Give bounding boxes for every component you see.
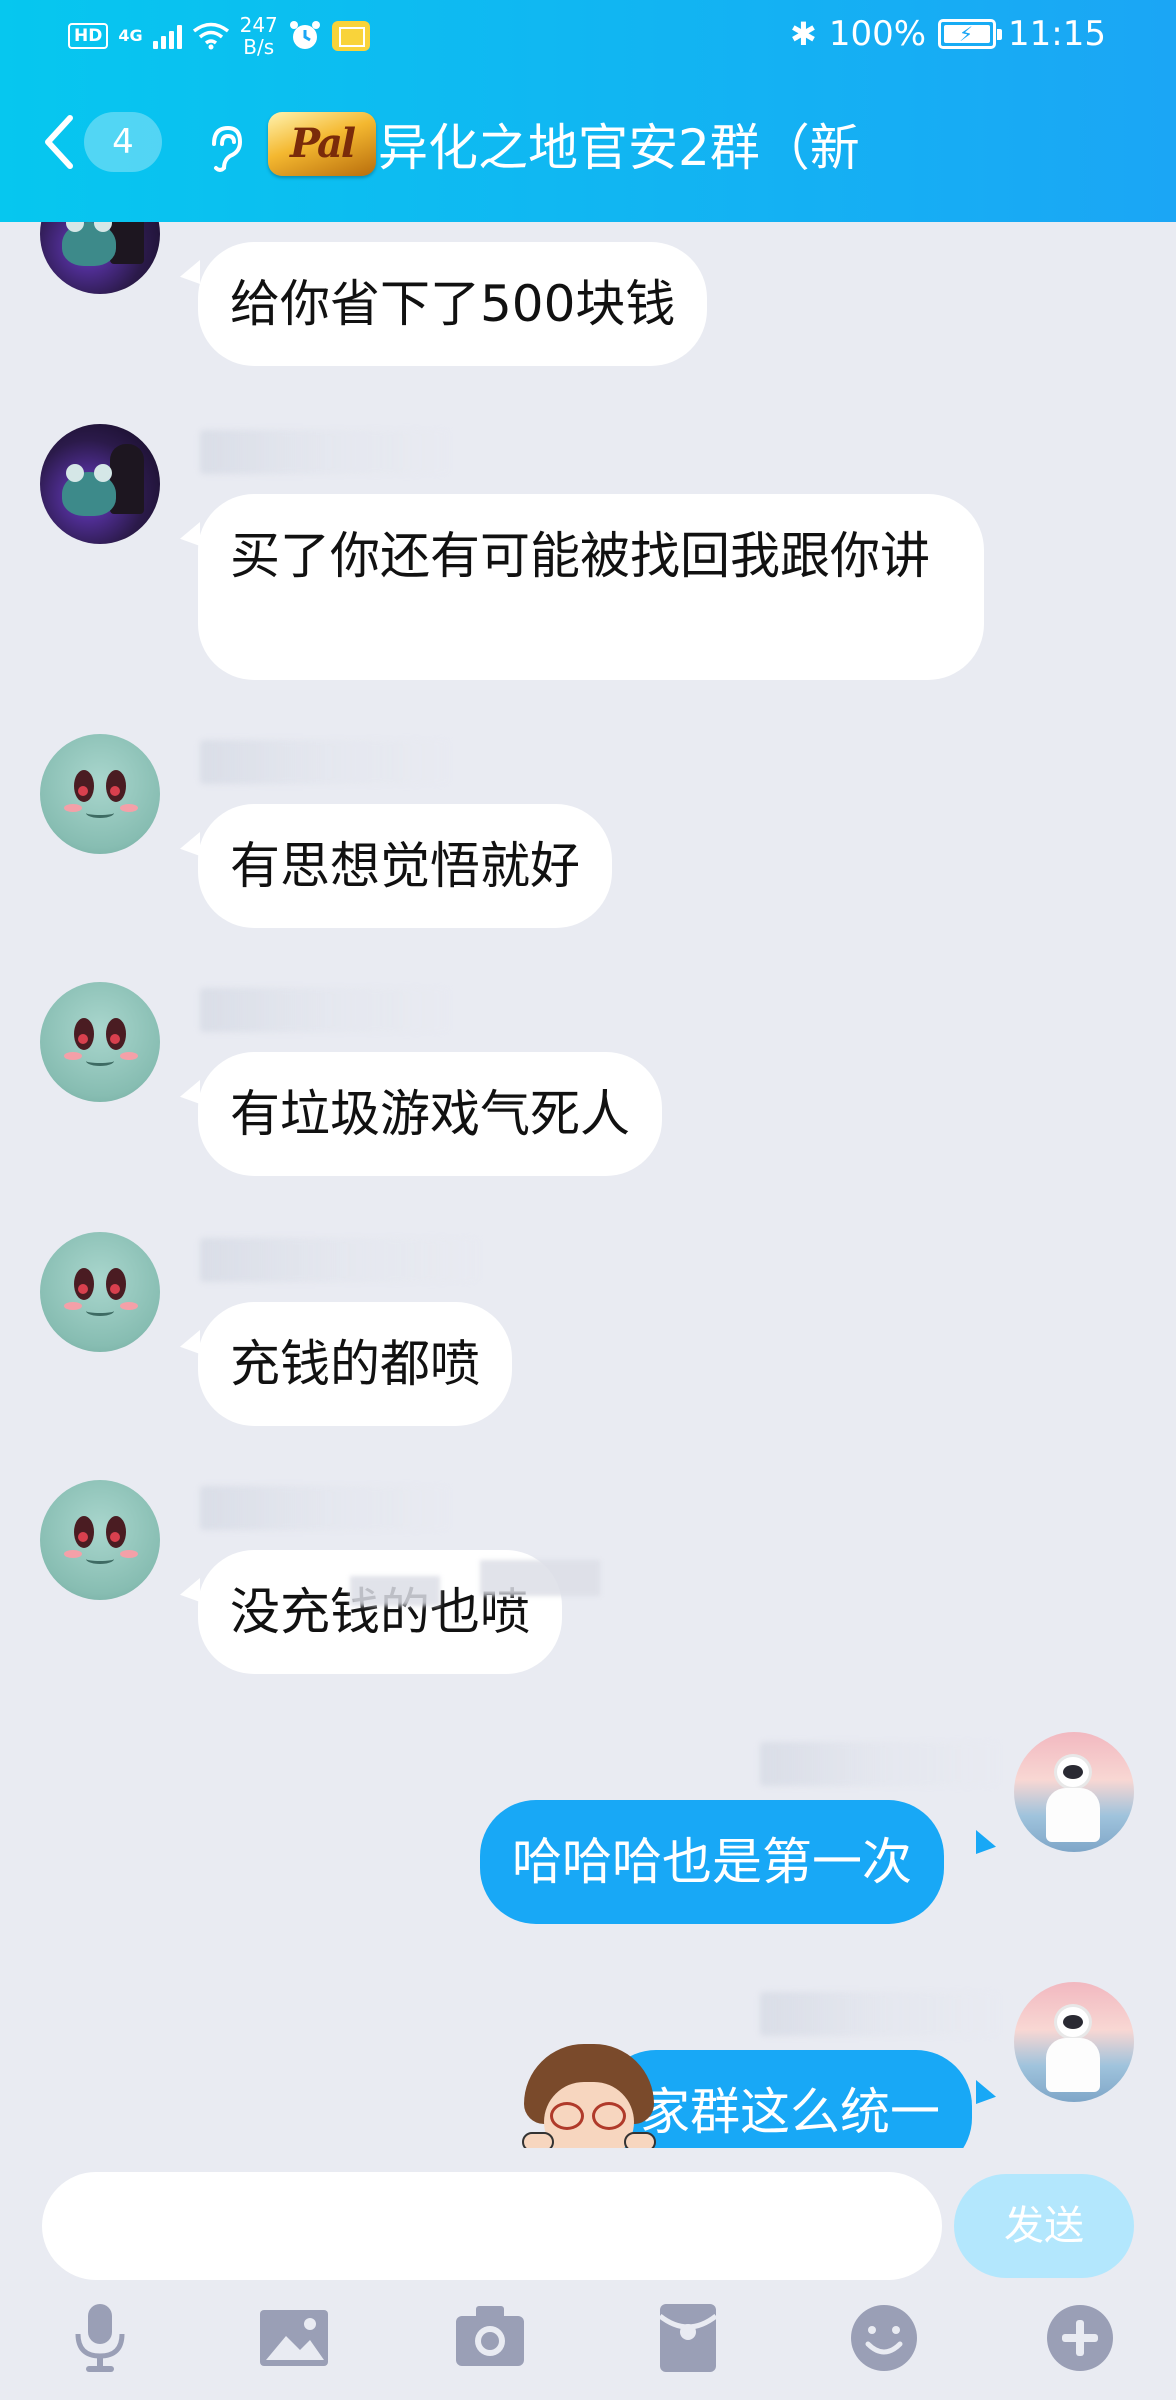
group-title-area[interactable]: Pal 异化之地官安2群（新 [268, 108, 860, 180]
clock: 11:15 [1008, 14, 1106, 54]
earpiece-mode-icon[interactable] [206, 124, 244, 178]
floating-mascot-sticker[interactable] [520, 2044, 658, 2148]
signal-icon [152, 23, 182, 49]
sender-name-redacted [200, 1486, 450, 1530]
sender-name-redacted [200, 988, 450, 1032]
bubble-tail [180, 1080, 200, 1104]
bubble-tail [180, 260, 200, 284]
speed-unit: B/s [243, 35, 275, 59]
hd-badge: HD [68, 23, 109, 49]
unread-count-badge: 4 [84, 112, 162, 172]
image-icon[interactable] [254, 2298, 334, 2378]
camera-icon[interactable] [450, 2298, 530, 2378]
message-input[interactable] [42, 2172, 942, 2280]
bubble-tail [180, 832, 200, 856]
battery-percent: 100% [828, 14, 927, 54]
nav-bar: 4 Pal 异化之地官安2群（新 [0, 90, 1176, 210]
emoji-icon[interactable] [844, 2298, 924, 2378]
group-logo: Pal [268, 112, 376, 176]
group-title: 异化之地官安2群（新 [378, 119, 860, 177]
sender-name-redacted [760, 1992, 1000, 2036]
bubble-tail [976, 2080, 996, 2104]
back-button[interactable]: 4 [40, 112, 162, 172]
squirtle-avatar[interactable] [40, 734, 160, 854]
chevron-left-icon [40, 112, 76, 172]
message-bubble[interactable]: 给你省下了500块钱 [198, 242, 708, 366]
sender-name-redacted [200, 430, 450, 474]
speed-value: 247 [239, 13, 278, 37]
header: HD 4G 247 B/s ✱ 100% ⚡ 11:15 4 Pal 异化之地官… [0, 0, 1176, 222]
network-type: 4G [118, 26, 143, 45]
input-bar: 发送 [0, 2148, 1176, 2400]
battery-charging-icon: ⚡ [938, 19, 1003, 49]
dark-frog-avatar[interactable] [40, 424, 160, 544]
bubble-tail [180, 1578, 200, 1602]
sender-name-redacted [200, 740, 450, 784]
send-button[interactable]: 发送 [954, 2174, 1134, 2278]
chat-screen: HD 4G 247 B/s ✱ 100% ⚡ 11:15 4 Pal 异化之地官… [0, 0, 1176, 2400]
message-bubble[interactable]: 有垃圾游戏气死人 [198, 1052, 662, 1176]
red-packet-icon[interactable] [648, 2298, 728, 2378]
wifi-icon [192, 22, 230, 50]
alarm-icon [288, 19, 322, 53]
mail-notification-icon [331, 21, 370, 51]
redaction-smudge [350, 1576, 440, 1606]
message-bubble-self[interactable]: 哈哈哈也是第一次 [480, 1800, 944, 1924]
dark-frog-avatar[interactable] [40, 222, 160, 294]
bubble-tail [180, 1330, 200, 1354]
bubble-tail [976, 1830, 996, 1854]
redaction-smudge [480, 1560, 600, 1596]
squirtle-avatar[interactable] [40, 1232, 160, 1352]
message-list[interactable]: 给你省下了500块钱 买了你还有可能被找回我跟你讲 有思想觉悟就好 有垃圾游戏气… [0, 222, 1176, 2148]
squirtle-avatar[interactable] [40, 982, 160, 1102]
status-bar: HD 4G 247 B/s ✱ 100% ⚡ 11:15 [0, 0, 1176, 70]
message-bubble[interactable]: 买了你还有可能被找回我跟你讲 [198, 494, 984, 680]
bluetooth-icon: ✱ [790, 15, 817, 53]
bubble-tail [180, 522, 200, 546]
astronaut-avatar[interactable] [1014, 1732, 1134, 1852]
mic-icon[interactable] [60, 2298, 140, 2378]
input-toolbar [0, 2298, 1176, 2398]
message-bubble[interactable]: 有思想觉悟就好 [198, 804, 612, 928]
network-speed: 247 B/s [240, 14, 278, 58]
sender-name-redacted [200, 1238, 480, 1282]
plus-icon[interactable] [1040, 2298, 1120, 2378]
sender-name-redacted [760, 1742, 1000, 1786]
message-bubble[interactable]: 充钱的都喷 [198, 1302, 512, 1426]
squirtle-avatar[interactable] [40, 1480, 160, 1600]
astronaut-avatar[interactable] [1014, 1982, 1134, 2102]
